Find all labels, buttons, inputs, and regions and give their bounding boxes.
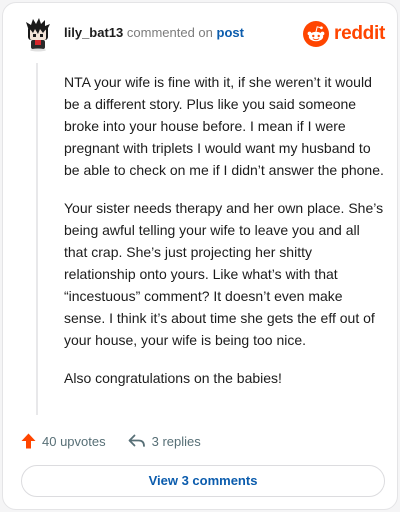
comment-header: lily_bat13 commented on post reddit: [20, 14, 385, 54]
comment-body: NTA your wife is fine with it, if she we…: [64, 71, 386, 405]
commented-on-text: commented on: [126, 25, 213, 40]
comment-actions: 40 upvotes 3 replies: [21, 431, 201, 451]
comment-paragraph: NTA your wife is fine with it, if she we…: [64, 74, 384, 178]
view-comments-button[interactable]: View 3 comments: [21, 465, 385, 497]
comment-meta: lily_bat13 commented on post: [64, 25, 244, 41]
comment-paragraph: Also congratulations on the babies!: [64, 370, 282, 386]
reddit-snoo-icon: [303, 21, 330, 47]
comment-card: lily_bat13 commented on post reddit NTA …: [2, 2, 398, 510]
replies-count: 3 replies: [151, 433, 201, 449]
upvote-arrow-icon: [21, 433, 36, 449]
reddit-logo[interactable]: reddit: [303, 21, 385, 47]
username[interactable]: lily_bat13: [64, 25, 123, 40]
post-link[interactable]: post: [217, 25, 244, 40]
upvote-count: 40 upvotes: [42, 433, 106, 449]
upvote-button[interactable]: 40 upvotes: [21, 433, 106, 449]
user-avatar[interactable]: [20, 16, 56, 52]
reddit-wordmark: reddit: [334, 23, 385, 44]
reply-arrow-icon: [128, 434, 145, 447]
replies-button[interactable]: 3 replies: [128, 434, 201, 449]
comment-paragraph: Your sister needs therapy and her own pl…: [64, 200, 384, 348]
thread-line[interactable]: [36, 63, 38, 415]
